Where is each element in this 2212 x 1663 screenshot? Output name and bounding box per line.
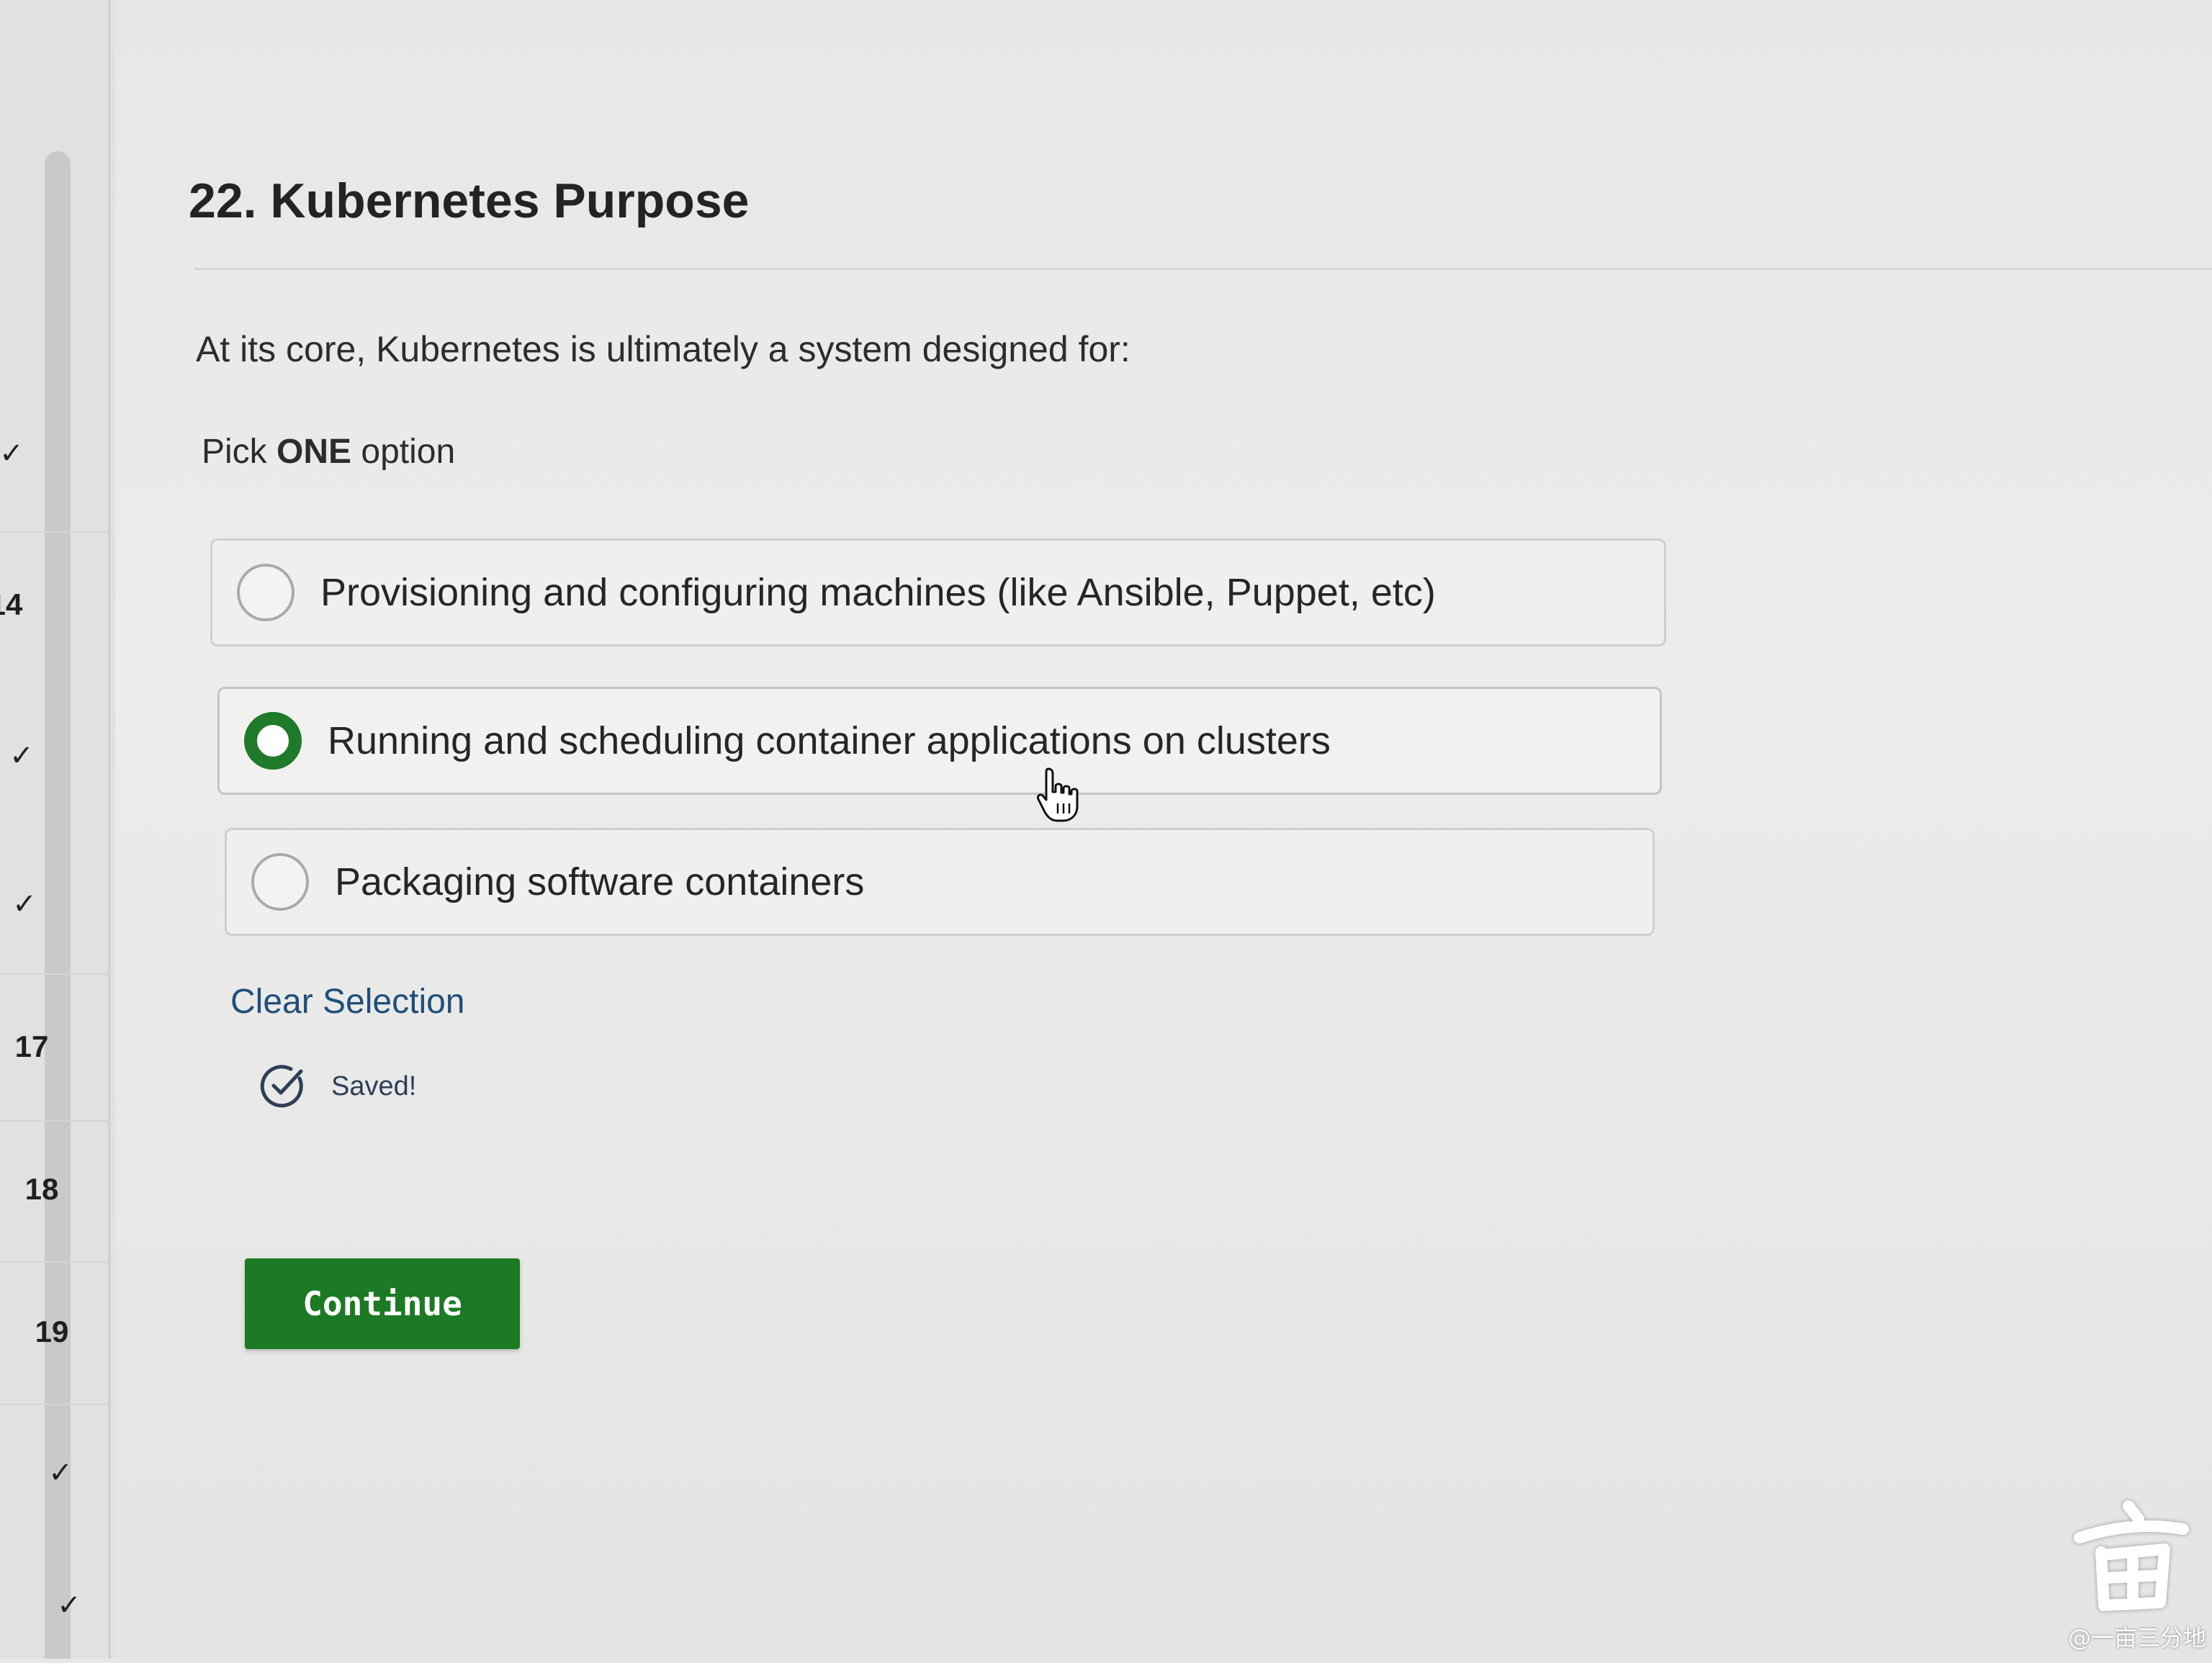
rail-divider: [108, 0, 111, 1659]
rail-separator: [0, 1120, 108, 1122]
option-label: Running and scheduling container applica…: [328, 719, 1331, 762]
instruction-text: Pick ONE option: [202, 432, 455, 472]
rail-separator: [0, 531, 108, 533]
rail-item-check-icon[interactable]: ✓: [3, 847, 46, 962]
option-label: Provisioning and configuring machines (l…: [320, 571, 1436, 614]
instruction-emphasis: ONE: [276, 433, 352, 471]
rail-item-check-icon[interactable]: ✓: [0, 396, 33, 511]
rail-separator: [0, 1261, 108, 1263]
question-prompt: At its core, Kubernetes is ultimately a …: [196, 329, 1130, 369]
option-provisioning[interactable]: Provisioning and configuring machines (l…: [210, 538, 1666, 646]
hand-pointer-icon: [1037, 767, 1079, 822]
option-label: Packaging software containers: [335, 860, 865, 903]
radio-button[interactable]: [237, 564, 295, 621]
saved-status: Saved!: [259, 1063, 416, 1110]
option-packaging[interactable]: Packaging software containers: [225, 828, 1655, 936]
rail-item-check-icon[interactable]: ✓: [39, 1415, 82, 1531]
question-nav-rail: ✓ 14 ✓ ✓ 17 18 19 ✓ ✓: [0, 0, 115, 1659]
rail-separator: [0, 973, 108, 975]
watermark: @一亩三分地: [2045, 1490, 2212, 1659]
check-circle-icon: [260, 1065, 303, 1108]
option-running-scheduling[interactable]: Running and scheduling container applica…: [217, 687, 1662, 795]
clear-selection-link[interactable]: Clear Selection: [230, 982, 465, 1022]
continue-button[interactable]: Continue: [245, 1258, 520, 1349]
watermark-logo-icon: [2074, 1500, 2189, 1611]
rail-item-check-icon[interactable]: ✓: [48, 1548, 91, 1663]
rail-item-18[interactable]: 18: [20, 1132, 63, 1247]
saved-label: Saved!: [331, 1071, 417, 1101]
rail-separator: [0, 1404, 108, 1405]
watermark-text: @一亩三分地: [2067, 1624, 2206, 1651]
question-title: 22. Kubernetes Purpose: [189, 173, 750, 228]
rail-item-17[interactable]: 17: [10, 989, 53, 1104]
instruction-suffix: option: [361, 433, 456, 471]
radio-button-selected[interactable]: [244, 712, 302, 770]
rail-item-14[interactable]: 14: [0, 547, 27, 662]
rail-item-19[interactable]: 19: [30, 1274, 73, 1389]
radio-button[interactable]: [251, 853, 309, 911]
rail-item-check-icon[interactable]: ✓: [0, 698, 43, 814]
instruction-prefix: Pick: [202, 433, 267, 471]
title-divider: [194, 268, 2212, 270]
